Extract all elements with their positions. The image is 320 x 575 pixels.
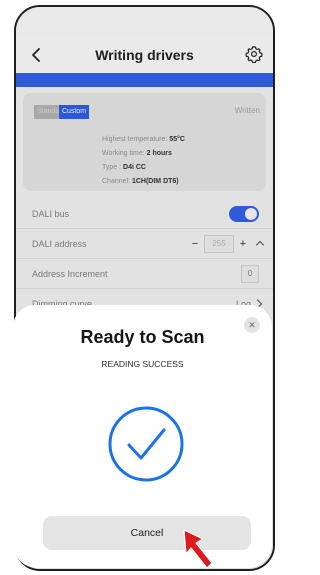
- tag-custom[interactable]: Custom: [59, 105, 90, 119]
- info-channel: Channel: 1CH(DIM DT6): [102, 178, 179, 185]
- row-dali-bus: DALI bus: [16, 199, 273, 229]
- row-dali-address: DALI address − 255 +: [16, 229, 273, 259]
- dali-bus-toggle[interactable]: [229, 206, 259, 222]
- chevron-up-icon[interactable]: [255, 239, 265, 247]
- sheet-title: Ready to Scan: [80, 327, 205, 347]
- chevron-left-icon[interactable]: [28, 46, 44, 64]
- navigation-bar: Writing drivers: [16, 37, 273, 73]
- info-type: Type : D4i CC: [102, 164, 146, 171]
- row-label: DALI bus: [32, 209, 70, 219]
- header-accent-band: [16, 73, 273, 87]
- page-title: Writing drivers: [95, 47, 194, 63]
- row-address-increment: Address Increment 0: [16, 259, 273, 289]
- status-message: READING SUCCESS: [101, 359, 184, 369]
- status-badge: Written: [234, 106, 260, 115]
- info-highest-temperature: Highest temperature: 55°C: [102, 136, 185, 143]
- checkmark-circle-icon: [108, 406, 184, 482]
- row-label: Address Increment: [32, 269, 108, 279]
- ready-to-scan-sheet: ✕ Ready to Scan READING SUCCESS Cancel: [13, 305, 272, 568]
- increment-button[interactable]: +: [236, 236, 250, 252]
- address-increment-input[interactable]: 0: [241, 265, 259, 283]
- cancel-button[interactable]: Cancel: [43, 516, 251, 550]
- toggle-knob: [245, 208, 257, 220]
- decrement-button[interactable]: −: [188, 236, 202, 252]
- driver-info-card: Standard Custom Written Highest temperat…: [23, 93, 266, 191]
- dali-address-input[interactable]: 255: [204, 235, 234, 253]
- pointer-arrow-icon: [183, 529, 213, 569]
- info-working-time: Working time: 2 hours: [102, 150, 172, 157]
- gear-icon[interactable]: [245, 45, 263, 63]
- status-bar: [16, 7, 273, 37]
- row-label: DALI address: [32, 239, 87, 249]
